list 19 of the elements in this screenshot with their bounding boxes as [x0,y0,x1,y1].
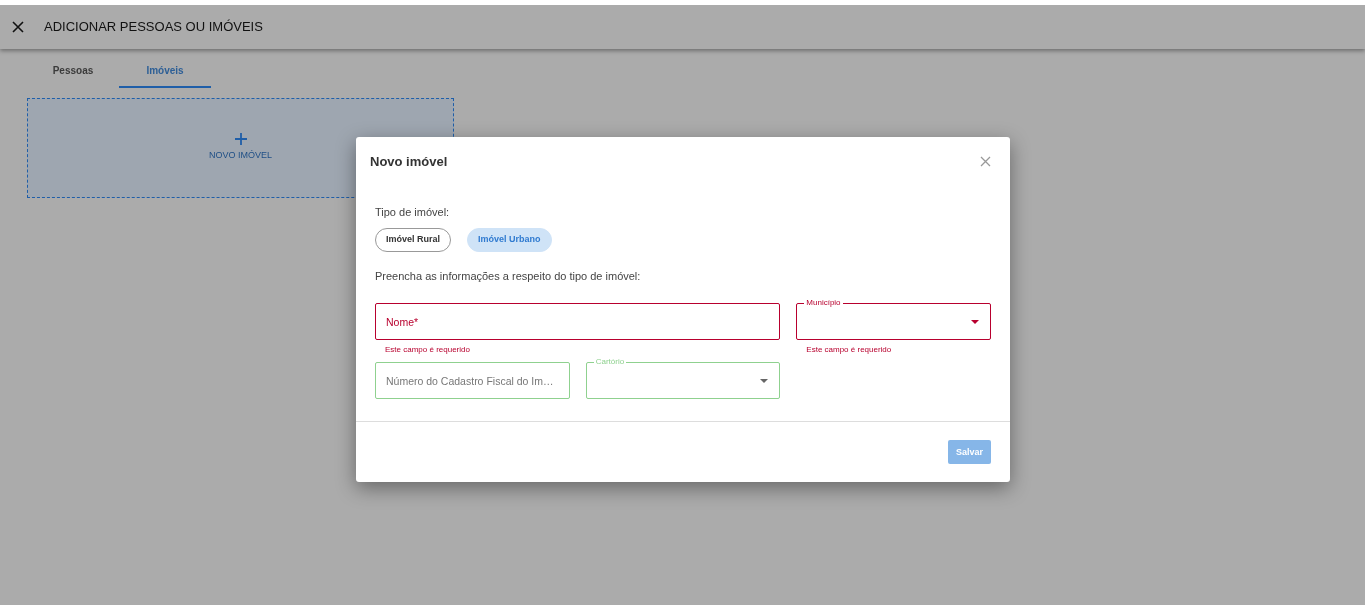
dialog-title: Novo imóvel [370,153,448,171]
type-chip[interactable]: Imóvel Urbano [467,228,552,252]
error-message: Este campo é requerido [385,344,471,356]
text-field[interactable]: Nome* [375,303,781,340]
tab[interactable]: Pessoas [27,57,119,88]
field-label: Município [804,298,843,307]
instructions-text: Preencha as informações a respeito do tipo de imóvel: [375,268,642,284]
caret-icon [971,320,979,324]
new-property-label: NOVO IMÓVEL [209,149,272,163]
caret-icon [760,379,769,383]
plus-icon [234,133,247,146]
close-icon[interactable] [12,21,24,33]
type-label: Tipo de imóvel: [375,204,451,220]
text-field[interactable]: Número do Cadastro Fiscal do Im… [375,362,570,399]
type-chip[interactable]: Imóvel Rural [375,228,452,252]
page-title: ADICIONAR PESSOAS OU IMÓVEIS [44,18,263,37]
field-label: Cartório [593,357,627,366]
error-message: Este campo é requerido [806,344,893,356]
tab[interactable]: Imóveis [119,57,211,88]
